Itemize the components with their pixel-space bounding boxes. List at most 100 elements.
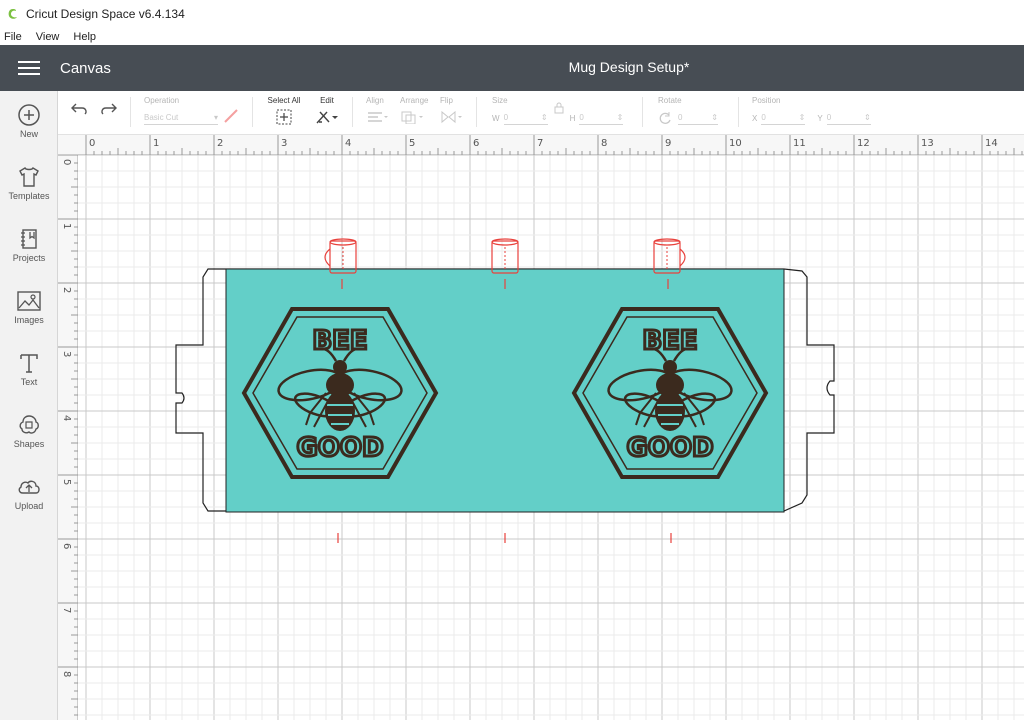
stepper-icon: ⇕ — [711, 113, 718, 122]
toolbar-divider — [252, 97, 253, 127]
flip-icon — [441, 110, 462, 124]
sidebar-item-shapes[interactable]: Shapes — [0, 413, 58, 469]
menu-view[interactable]: View — [36, 31, 60, 43]
arrange-icon — [401, 111, 423, 125]
arrange-group[interactable]: Arrange — [400, 96, 428, 126]
sidebar-item-label: Shapes — [13, 439, 45, 449]
project-title: Mug Design Setup* — [568, 59, 690, 75]
height-value: 0 — [579, 113, 584, 122]
width-input[interactable]: 0 ⇕ — [503, 111, 548, 125]
undo-icon[interactable] — [70, 101, 90, 117]
position-label: Position — [752, 96, 781, 105]
operation-group: Operation Basic Cut ▾ — [144, 96, 218, 125]
cloud-upload-icon — [18, 480, 40, 494]
ruler-horizontal-ticks: 0 1 2 3 4 5 6 7 8 9 10 11 12 13 14 — [85, 135, 1023, 155]
ruler-tick-label: 3 — [281, 138, 287, 149]
rotate-icon — [659, 112, 671, 124]
y-value: 0 — [826, 113, 832, 122]
mug-left-handle-icon — [324, 238, 357, 274]
y-label: Y — [817, 113, 823, 123]
ruler-tick-label: 5 — [409, 138, 415, 149]
ruler-tick-label: 11 — [793, 138, 806, 149]
ruler-tick-label: 14 — [985, 138, 998, 149]
sidebar-item-templates[interactable]: Templates — [0, 165, 58, 221]
ruler-tick-label: 2 — [217, 138, 223, 149]
align-label: Align — [366, 96, 384, 105]
design-text-good: GOOD — [626, 433, 713, 463]
mug-design[interactable]: BEE GOOD BEE GOOD — [78, 155, 1024, 720]
edit-group[interactable]: Edit — [314, 96, 340, 127]
ruler-tick-label: 1 — [61, 223, 72, 229]
text-t-icon — [20, 354, 38, 373]
ruler-tick-label: 12 — [857, 138, 870, 149]
image-icon — [17, 291, 41, 311]
menu-bar: File View Help — [0, 28, 1024, 45]
sidebar-item-label: Images — [14, 315, 44, 325]
ruler-tick-label: 2 — [61, 287, 72, 293]
left-sidebar: New Templates Projects Images Text Shape… — [0, 91, 58, 720]
sidebar-item-label: Projects — [12, 253, 46, 263]
operation-select[interactable]: Basic Cut ▾ — [144, 111, 218, 125]
menu-help[interactable]: Help — [73, 31, 96, 43]
ruler-tick-label: 13 — [921, 138, 934, 149]
toolbar-divider — [642, 97, 643, 127]
sidebar-item-new[interactable]: New — [0, 103, 58, 159]
pen-color-icon[interactable] — [222, 108, 240, 124]
select-all-label: Select All — [267, 96, 301, 105]
stepper-icon: ⇕ — [540, 113, 548, 122]
cricut-logo-icon — [8, 9, 17, 19]
flip-group[interactable]: Flip — [440, 96, 466, 126]
app-header: Canvas Mug Design Setup* — [0, 45, 1024, 91]
mug-right-handle-icon — [653, 238, 686, 274]
edit-tools-icon — [316, 111, 338, 124]
ruler-tick-label: 1 — [153, 138, 159, 149]
x-label: X — [752, 113, 758, 123]
height-label: H — [569, 113, 576, 123]
window-title-bar: Cricut Design Space v6.4.134 — [0, 0, 1024, 28]
ruler-tick-label: 4 — [61, 415, 72, 421]
ruler-tick-label: 5 — [61, 479, 72, 485]
ruler-tick-label: 8 — [61, 671, 72, 677]
x-value: 0 — [761, 113, 766, 122]
rotate-group: Rotate 0 ⇕ — [658, 96, 722, 125]
design-canvas[interactable]: BEE GOOD BEE GOOD — [78, 155, 1024, 720]
ruler-tick-label: 9 — [665, 138, 671, 149]
ruler-tick-label: 10 — [729, 138, 742, 149]
sidebar-item-label: Templates — [8, 191, 50, 201]
design-text-bee: BEE — [312, 326, 367, 356]
stepper-icon: ⇕ — [798, 113, 806, 122]
sidebar-item-label: Text — [20, 377, 38, 387]
ruler-tick-label: 0 — [89, 138, 95, 149]
size-group: Size W 0 ⇕ H 0 ⇕ — [492, 96, 628, 125]
y-input[interactable]: 0 ⇕ — [826, 111, 871, 125]
width-label: W — [492, 113, 500, 123]
lock-icon[interactable] — [554, 102, 564, 114]
ruler-tick-label: 7 — [61, 607, 72, 613]
align-group[interactable]: Align — [366, 96, 390, 126]
stepper-icon: ⇕ — [863, 113, 871, 122]
sidebar-item-upload[interactable]: Upload — [0, 475, 58, 531]
mug-center-icon — [491, 238, 519, 274]
toolbar-divider — [352, 97, 353, 127]
x-input[interactable]: 0 ⇕ — [761, 111, 806, 125]
toolbar-divider — [476, 97, 477, 127]
ruler-tick-label: 0 — [61, 159, 72, 165]
sidebar-item-label: Upload — [14, 501, 44, 511]
sidebar-item-text[interactable]: Text — [0, 351, 58, 407]
sidebar-item-images[interactable]: Images — [0, 289, 58, 345]
rotate-value: 0 — [678, 113, 683, 122]
rotate-input[interactable]: 0 ⇕ — [678, 111, 718, 125]
tshirt-icon — [19, 167, 39, 187]
sidebar-item-projects[interactable]: Projects — [0, 227, 58, 283]
ruler-tick-label: 3 — [61, 351, 72, 357]
height-input[interactable]: 0 ⇕ — [579, 111, 624, 125]
ruler-tick-label: 4 — [345, 138, 351, 149]
redo-icon[interactable] — [98, 101, 118, 117]
chevron-down-icon: ▾ — [213, 113, 218, 122]
notebook-icon — [21, 229, 37, 249]
width-value: 0 — [503, 113, 509, 122]
select-all-group[interactable]: Select All — [264, 96, 304, 127]
ruler-vertical-ticks: 0 1 2 3 4 5 6 7 8 — [58, 154, 78, 716]
position-group: Position X 0 ⇕ Y 0 ⇕ — [752, 96, 888, 125]
menu-file[interactable]: File — [4, 31, 22, 43]
